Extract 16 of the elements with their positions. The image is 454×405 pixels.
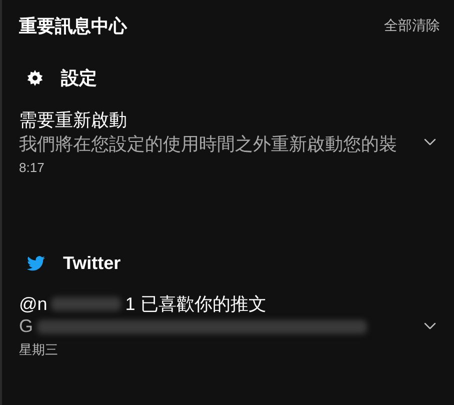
clear-all-link[interactable]: 全部清除 — [384, 17, 440, 35]
app-name: 設定 — [61, 67, 97, 90]
notification-time: 8:17 — [19, 160, 46, 175]
notification-time: 星期三 — [19, 341, 59, 359]
app-name: Twitter — [63, 253, 121, 274]
gear-icon — [27, 70, 43, 86]
panel-title: 重要訊息中心 — [19, 15, 127, 38]
notification-body: G — [19, 316, 34, 337]
blurred-text — [51, 297, 122, 311]
notification-title: @n — [19, 294, 48, 314]
notification-content[interactable]: @n 1 已喜歡你的推文 G 星期三 — [19, 292, 410, 359]
bird-icon — [27, 256, 45, 271]
notification-title: 需要重新啟動 — [19, 109, 127, 132]
notification-title: 1 已喜歡你的推文 — [125, 293, 266, 316]
notification-body: 我們將在您設定的使用時間之外重新啟動您的裝 — [19, 133, 397, 156]
notification-content[interactable]: 需要重新啟動 我們將在您設定的使用時間之外重新啟動您的裝 8:17 — [19, 108, 410, 175]
